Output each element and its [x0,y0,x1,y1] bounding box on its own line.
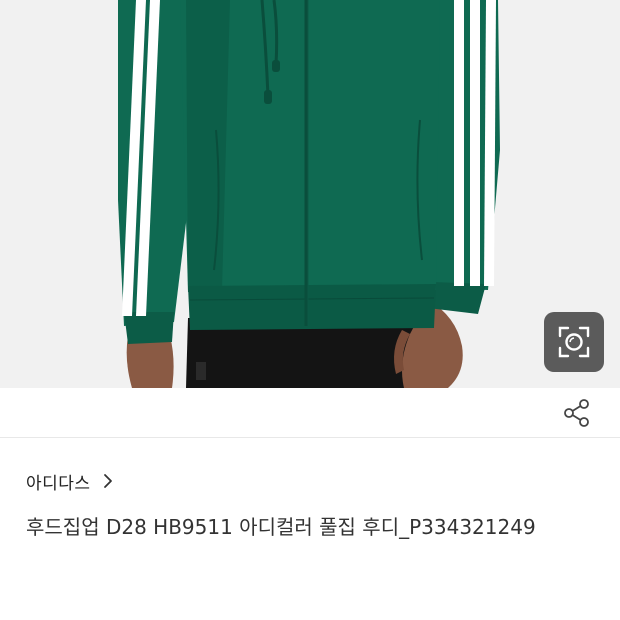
brand-link[interactable]: 아디다스 [26,468,113,494]
brand-name: 아디다스 [26,473,91,494]
product-image[interactable] [0,0,620,388]
share-icon [564,399,589,427]
hoodie-photo [0,0,620,388]
action-row [0,388,620,438]
product-title: 후드집업 D28 HB9511 아디컬러 풀집 후디_P334321249 [26,515,536,539]
lens-search-button[interactable] [544,312,604,372]
chevron-right-icon [103,473,113,489]
share-button[interactable] [560,396,594,430]
lens-search-icon [558,326,590,358]
